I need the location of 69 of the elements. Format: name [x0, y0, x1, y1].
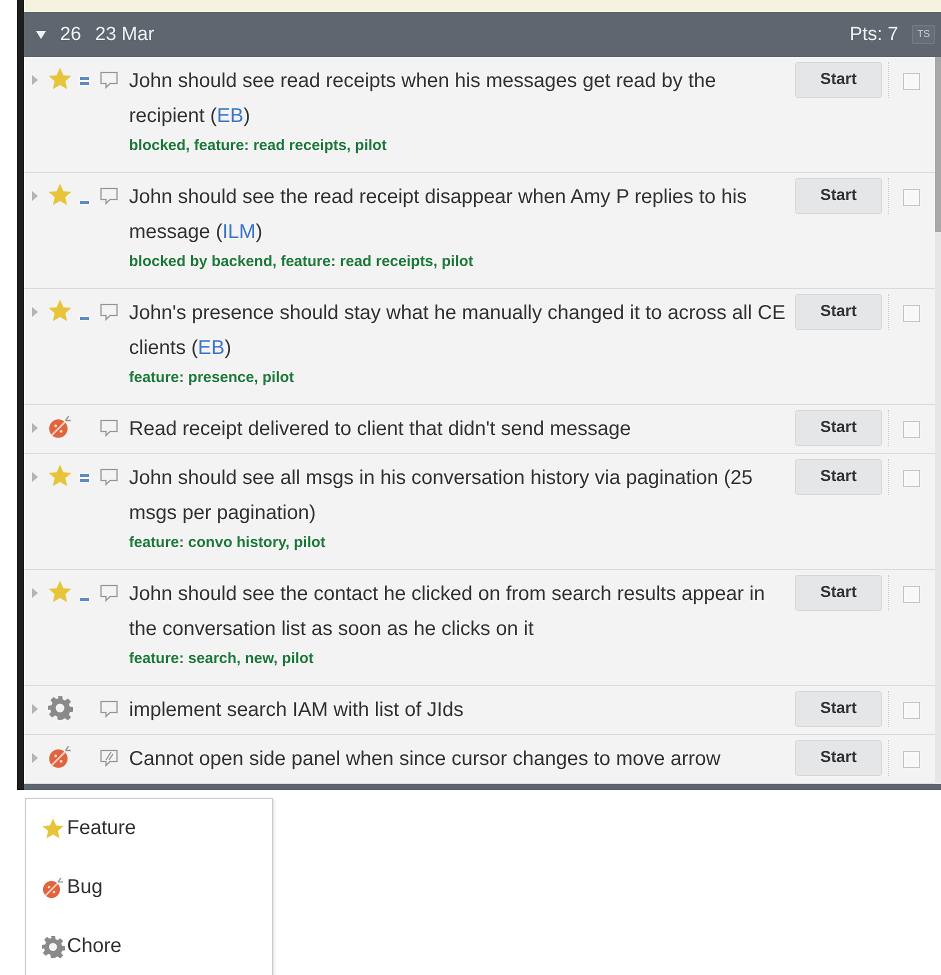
- points-total: Pts: 7: [850, 24, 898, 46]
- start-button[interactable]: Start: [795, 294, 882, 330]
- start-button[interactable]: Start: [795, 740, 882, 776]
- start-button[interactable]: Start: [795, 410, 882, 446]
- comment-icon[interactable]: [99, 70, 119, 90]
- comment-icon[interactable]: [99, 418, 119, 438]
- story-title[interactable]: John's presence should stay what he manually changed it to across all CE clients (EB): [129, 296, 791, 366]
- comment-icon[interactable]: [99, 583, 119, 603]
- story-checkbox[interactable]: [903, 189, 920, 206]
- iteration-date: 23 Mar: [95, 24, 154, 46]
- story-labels[interactable]: blocked, feature: read receipts, pilot: [129, 134, 791, 166]
- estimate-icon[interactable]: [80, 474, 88, 482]
- menu-item[interactable]: Feature: [26, 799, 272, 858]
- story-title[interactable]: John should see read receipts when his messages get read by the recipient (EB): [129, 64, 791, 134]
- story-checkbox[interactable]: [903, 305, 920, 322]
- expand-arrow-icon[interactable]: [32, 191, 38, 201]
- comment-attachment-icon[interactable]: [99, 748, 119, 768]
- story-labels[interactable]: feature: search, new, pilot: [129, 647, 791, 679]
- start-button[interactable]: Start: [795, 62, 882, 98]
- menu-item[interactable]: Chore: [26, 917, 272, 975]
- expand-arrow-icon[interactable]: [32, 75, 38, 85]
- story-checkbox[interactable]: [903, 702, 920, 719]
- story-checkbox[interactable]: [903, 73, 920, 90]
- story-checkbox[interactable]: [903, 751, 920, 768]
- story-title[interactable]: Cannot open side panel when since cursor changes to move arrow: [129, 742, 791, 777]
- star-icon: [47, 182, 73, 208]
- ladybug-icon: [41, 876, 65, 900]
- story-checkbox[interactable]: [903, 586, 920, 603]
- comment-icon[interactable]: [99, 467, 119, 487]
- comment-icon[interactable]: [99, 186, 119, 206]
- scrollbar[interactable]: [935, 57, 941, 784]
- story-title[interactable]: John should see the read receipt disappear when Amy P replies to his message (ILM): [129, 180, 791, 250]
- expand-arrow-icon[interactable]: [32, 753, 38, 763]
- estimate-icon[interactable]: [80, 200, 88, 204]
- ladybug-icon: [47, 414, 73, 440]
- star-icon: [47, 463, 73, 489]
- gear-icon: [41, 934, 65, 958]
- estimate-icon[interactable]: [80, 598, 88, 600]
- start-button[interactable]: Start: [795, 459, 882, 495]
- story-labels[interactable]: feature: convo history, pilot: [129, 531, 791, 563]
- story-labels[interactable]: blocked by backend, feature: read receipts, pilot: [129, 250, 791, 282]
- expand-arrow-icon[interactable]: [32, 423, 38, 433]
- expand-arrow-icon[interactable]: [32, 588, 38, 598]
- start-button[interactable]: Start: [795, 575, 882, 611]
- expand-arrow-icon[interactable]: [32, 472, 38, 482]
- gear-icon: [47, 695, 73, 721]
- comment-icon[interactable]: [99, 699, 119, 719]
- star-icon: [47, 66, 73, 92]
- story-title[interactable]: John should see the contact he clicked on from search results appear in the conversation list as soon as he clicks on it: [129, 577, 791, 647]
- star-icon: [47, 579, 73, 605]
- iteration-number: 26: [60, 24, 82, 46]
- expand-arrow-icon[interactable]: [32, 704, 38, 714]
- comment-icon[interactable]: [99, 302, 119, 322]
- story-title[interactable]: John should see all msgs in his conversation history via pagination (25 msgs per pagination): [129, 461, 791, 531]
- menu-item[interactable]: Bug: [26, 858, 272, 917]
- story-checkbox[interactable]: [903, 470, 920, 487]
- expand-arrow-icon[interactable]: [32, 307, 38, 317]
- star-icon: [47, 298, 73, 324]
- start-button[interactable]: Start: [795, 691, 882, 727]
- estimate-icon[interactable]: [80, 77, 88, 85]
- story-title[interactable]: implement search IAM with list of JIds: [129, 693, 791, 728]
- star-icon: [41, 816, 65, 840]
- ladybug-icon: [47, 744, 73, 770]
- story-checkbox[interactable]: [903, 421, 920, 438]
- estimate-icon[interactable]: [80, 316, 88, 320]
- story-title[interactable]: Read receipt delivered to client that didn't send message: [129, 412, 791, 447]
- start-button[interactable]: Start: [795, 178, 882, 214]
- collapse-triangle-icon[interactable]: [36, 30, 46, 38]
- story-labels[interactable]: feature: presence, pilot: [129, 366, 791, 398]
